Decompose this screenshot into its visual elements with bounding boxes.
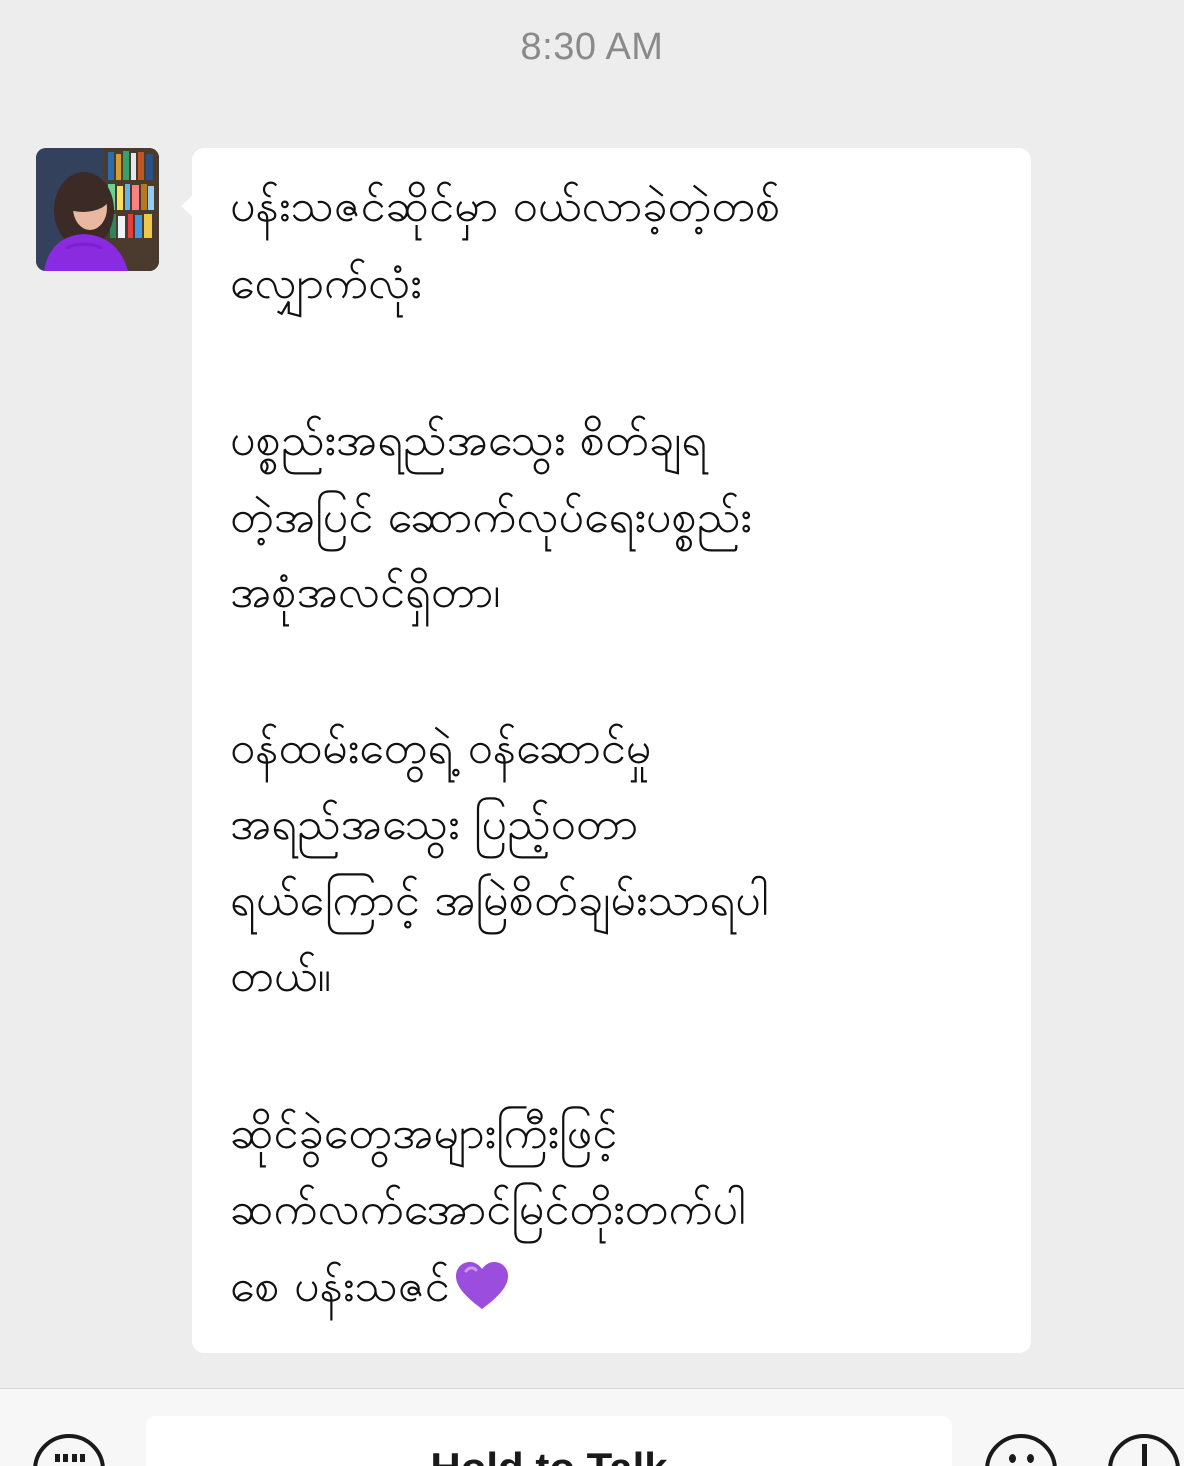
plus-icon — [1142, 1444, 1147, 1466]
message-timestamp: 8:30 AM — [520, 26, 664, 68]
chat-input-bar: Hold to Talk — [0, 1388, 1184, 1466]
message-line: ရယ်ကြောင့် အမြဲစိတ်ချမ်းသာရပါ — [230, 873, 769, 926]
emoji-face-eye — [1027, 1454, 1034, 1463]
message-line: လျှောက်လုံး — [230, 256, 422, 309]
sender-avatar[interactable] — [36, 148, 159, 271]
message-line: ဆက်လက်အောင်မြင်တိုးတက်ပါ — [230, 1182, 746, 1235]
message-line: အရည်အသွေး ပြည့်ဝတာ — [230, 797, 639, 850]
message-line-last: စေ ပန်းသဇင် — [230, 1256, 510, 1316]
emoji-face-icon — [1009, 1454, 1016, 1463]
message-line: ပန်းသဇင်ဆိုင်မှာ ဝယ်လာခဲ့တဲ့တစ် — [230, 179, 781, 232]
bubble-tail — [181, 195, 193, 217]
emoji-button[interactable] — [985, 1434, 1057, 1466]
message-line: တယ်။ — [230, 949, 332, 1002]
hold-to-talk-label: Hold to Talk — [146, 1444, 952, 1466]
message-bubble[interactable]: ပန်းသဇင်ဆိုင်မှာ ဝယ်လာခဲ့တဲ့တစ် လျှောက်လ… — [181, 148, 1031, 1353]
message-line: တဲ့အပြင် ဆောက်လုပ်ရေးပစ္စည်း — [230, 490, 752, 543]
keyboard-toggle-button[interactable] — [33, 1434, 105, 1466]
more-options-button[interactable] — [1108, 1434, 1180, 1466]
purple-heart-icon — [455, 1262, 508, 1309]
message-line: ဝန်ထမ်းတွေရဲ့ ဝန်ဆောင်မှု — [230, 721, 652, 774]
keyboard-icon — [55, 1454, 85, 1462]
message-line: ဆိုင်ခွဲတွေအများကြီးဖြင့် — [230, 1106, 618, 1159]
avatar-photo — [36, 148, 159, 271]
message-line: ပစ္စည်းအရည်အသွေး စိတ်ချရ — [230, 413, 708, 466]
message-line-text: စေ ပန်းသဇင် — [230, 1259, 450, 1312]
hold-to-talk-button[interactable]: Hold to Talk — [146, 1416, 952, 1466]
message-line: အစုံအလင်ရှိတာ၊ — [230, 565, 501, 618]
